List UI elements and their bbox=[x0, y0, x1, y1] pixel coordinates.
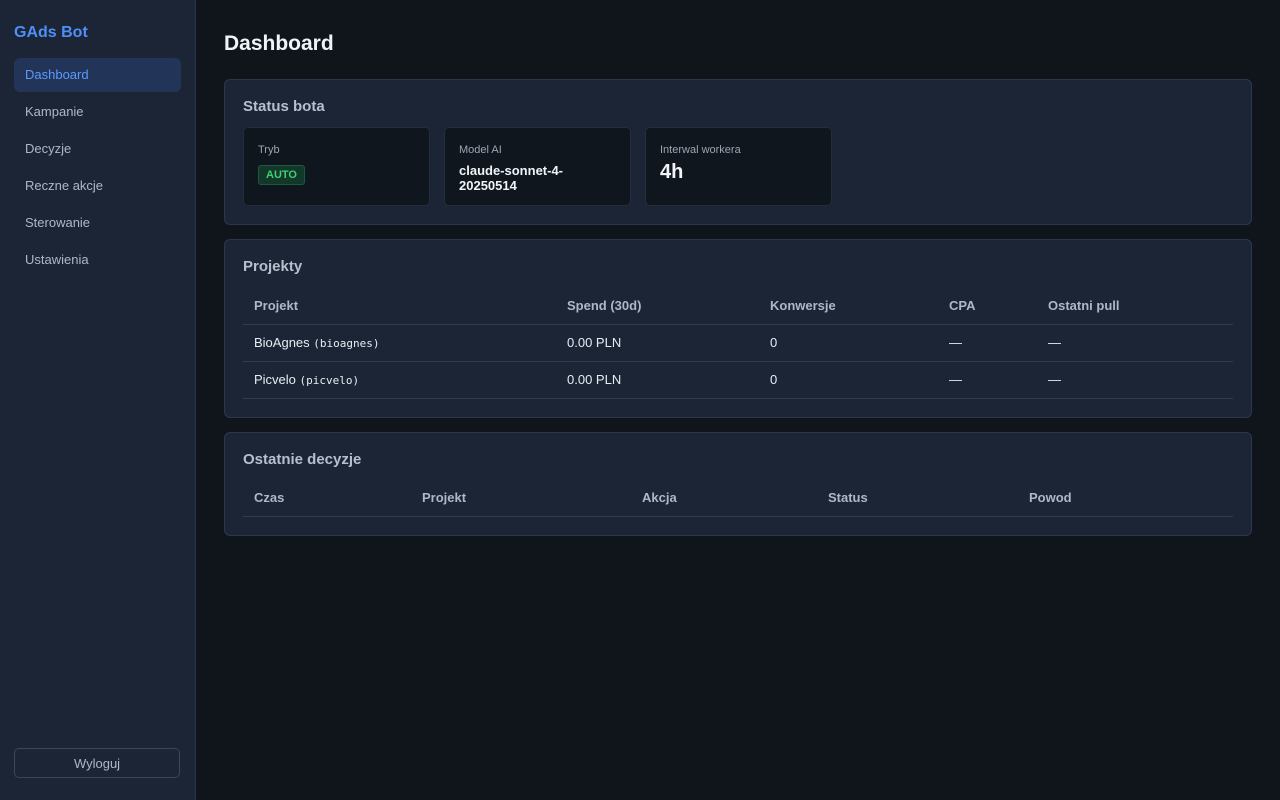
column-header-czas: Czas bbox=[243, 479, 411, 517]
projects-panel-title: Projekty bbox=[243, 258, 303, 275]
status-panel-title: Status bota bbox=[243, 98, 325, 115]
sidebar-item-kampanie[interactable]: Kampanie bbox=[14, 95, 181, 129]
column-header-status: Status bbox=[817, 479, 1018, 517]
project-cell: Picvelo (picvelo) bbox=[243, 361, 556, 399]
column-header-projekt: Projekt bbox=[411, 479, 631, 517]
brand-title[interactable]: GAds Bot bbox=[14, 24, 181, 42]
mode-label: Tryb bbox=[258, 144, 280, 156]
project-slug: (bioagnes) bbox=[313, 337, 380, 350]
project-cell: BioAgnes (bioagnes) bbox=[243, 324, 556, 362]
project-name: BioAgnes bbox=[254, 335, 310, 350]
interval-label: Interwal workera bbox=[660, 144, 741, 156]
sidebar: GAds Bot Dashboard Kampanie Decyzje Recz… bbox=[0, 0, 196, 800]
sidebar-item-dashboard[interactable]: Dashboard bbox=[14, 58, 181, 92]
conversions-cell: 0 bbox=[759, 361, 938, 399]
column-header-konwersje: Konwersje bbox=[759, 287, 938, 325]
status-panel: Status bota Tryb AUTO Model AI claude-so… bbox=[224, 79, 1252, 225]
interval-value: 4h bbox=[660, 161, 684, 183]
table-header-row: Czas Projekt Akcja Status Powod bbox=[243, 479, 1233, 517]
last-pull-cell: — bbox=[1037, 361, 1233, 399]
decisions-panel: Ostatnie decyzje Czas Projekt Akcja Stat… bbox=[224, 431, 1252, 536]
column-header-powod: Powod bbox=[1018, 479, 1233, 517]
sidebar-nav: Dashboard Kampanie Decyzje Reczne akcje … bbox=[14, 58, 181, 277]
projects-panel: Projekty Projekt Spend (30d) Konwersje C… bbox=[224, 239, 1252, 418]
spend-cell: 0.00 PLN bbox=[556, 324, 759, 362]
mode-card: Tryb AUTO bbox=[243, 127, 430, 206]
status-cards: Tryb AUTO Model AI claude-sonnet-4-20250… bbox=[243, 127, 1233, 206]
cpa-cell: — bbox=[938, 361, 1037, 399]
logout-button[interactable]: Wyloguj bbox=[14, 748, 180, 778]
model-card: Model AI claude-sonnet-4-20250514 bbox=[444, 127, 631, 206]
column-header-cpa: CPA bbox=[938, 287, 1037, 325]
last-pull-cell: — bbox=[1037, 324, 1233, 362]
mode-badge: AUTO bbox=[258, 165, 305, 185]
table-header-row: Projekt Spend (30d) Konwersje CPA Ostatn… bbox=[243, 287, 1233, 325]
model-label: Model AI bbox=[459, 144, 502, 156]
column-header-projekt: Projekt bbox=[243, 287, 556, 325]
table-row[interactable]: Picvelo (picvelo) 0.00 PLN 0 — — bbox=[243, 361, 1233, 399]
table-row[interactable]: BioAgnes (bioagnes) 0.00 PLN 0 — — bbox=[243, 324, 1233, 362]
project-name: Picvelo bbox=[254, 372, 296, 387]
column-header-ostatni-pull: Ostatni pull bbox=[1037, 287, 1233, 325]
page-title: Dashboard bbox=[224, 32, 334, 55]
app: GAds Bot Dashboard Kampanie Decyzje Recz… bbox=[0, 0, 1280, 800]
sidebar-item-ustawienia[interactable]: Ustawienia bbox=[14, 243, 181, 277]
spend-cell: 0.00 PLN bbox=[556, 361, 759, 399]
column-header-spend: Spend (30d) bbox=[556, 287, 759, 325]
decisions-table: Czas Projekt Akcja Status Powod bbox=[243, 479, 1233, 517]
sidebar-item-reczne-akcje[interactable]: Reczne akcje bbox=[14, 169, 181, 203]
projects-table: Projekt Spend (30d) Konwersje CPA Ostatn… bbox=[243, 287, 1233, 399]
model-value: claude-sonnet-4-20250514 bbox=[459, 163, 564, 193]
column-header-akcja: Akcja bbox=[631, 479, 817, 517]
interval-card: Interwal workera 4h bbox=[645, 127, 832, 206]
sidebar-item-decyzje[interactable]: Decyzje bbox=[14, 132, 181, 166]
main-content: Dashboard Status bota Tryb AUTO Model AI… bbox=[196, 0, 1280, 800]
project-slug: (picvelo) bbox=[299, 374, 360, 387]
conversions-cell: 0 bbox=[759, 324, 938, 362]
cpa-cell: — bbox=[938, 324, 1037, 362]
decisions-panel-title: Ostatnie decyzje bbox=[243, 450, 362, 468]
sidebar-item-sterowanie[interactable]: Sterowanie bbox=[14, 206, 181, 240]
